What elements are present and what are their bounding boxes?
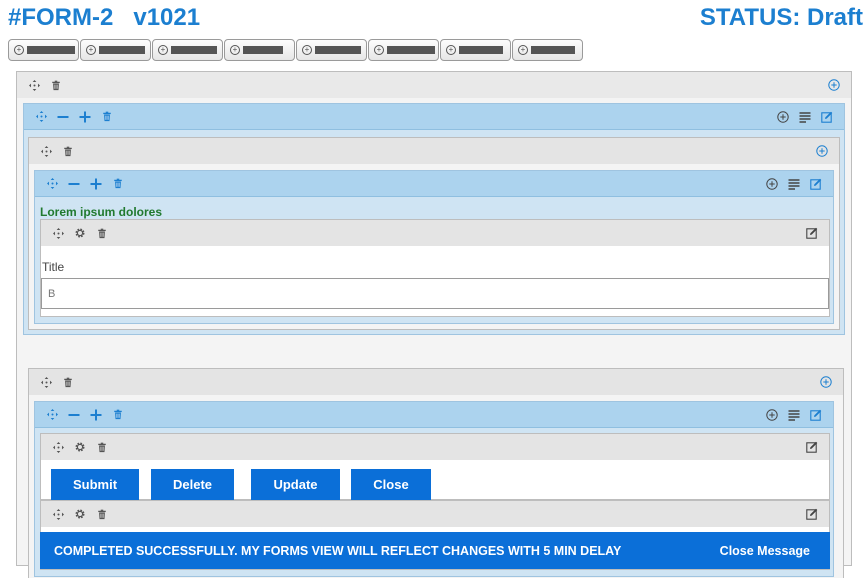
redacted-label: [27, 46, 75, 54]
edit-icon[interactable]: [805, 404, 827, 426]
add-circle-icon: +: [14, 45, 24, 55]
delete-trash-icon[interactable]: [107, 173, 129, 195]
add-circle-icon: +: [374, 45, 384, 55]
section-2: Submit Delete Update Close COMPLETED SUC…: [28, 368, 844, 578]
palette-button-3[interactable]: +: [152, 39, 223, 61]
move-handle-icon[interactable]: [35, 140, 57, 162]
expand-plus-icon[interactable]: [85, 173, 107, 195]
panel-heading: Lorem ipsum dolores: [40, 205, 163, 219]
form-root-container: Lorem ipsum dolores Title B Submit Delet…: [16, 71, 852, 578]
redacted-label: [243, 46, 283, 54]
edit-icon[interactable]: [801, 436, 823, 458]
add-circle-icon[interactable]: [761, 173, 783, 195]
field-buttons: Submit Delete Update Close: [40, 433, 830, 500]
field-title: Title: [40, 219, 830, 317]
move-handle-icon[interactable]: [41, 404, 63, 426]
palette-button-8[interactable]: +: [512, 39, 583, 61]
delete-trash-icon[interactable]: [91, 436, 113, 458]
edit-icon[interactable]: [816, 106, 838, 128]
panel-2: Lorem ipsum dolores Title: [34, 170, 834, 324]
section-1: Lorem ipsum dolores Title: [28, 137, 840, 330]
close-button[interactable]: Close: [351, 469, 431, 500]
palette-button-2[interactable]: +: [80, 39, 151, 61]
delete-trash-icon[interactable]: [91, 503, 113, 525]
palette-button-6[interactable]: +: [368, 39, 439, 61]
panel-1-toolbar: [24, 104, 844, 130]
palette-button-1[interactable]: +: [8, 39, 79, 61]
delete-trash-icon[interactable]: [96, 106, 118, 128]
expand-plus-icon[interactable]: [85, 404, 107, 426]
title-input[interactable]: [41, 278, 829, 309]
move-handle-icon[interactable]: [47, 436, 69, 458]
move-handle-icon[interactable]: [47, 222, 69, 244]
redacted-label: [387, 46, 435, 54]
palette-button-7[interactable]: +: [440, 39, 511, 61]
panel-2-toolbar: [35, 171, 833, 197]
text-lines-icon[interactable]: [783, 173, 805, 195]
section-1-toolbar: [29, 138, 839, 164]
panel-3: Submit Delete Update Close COMPLETED SUC…: [34, 401, 834, 577]
add-circle-icon: +: [158, 45, 168, 55]
field-toolbar: [41, 220, 829, 246]
settings-gear-icon[interactable]: [69, 503, 91, 525]
component-palette: + + + + + + + +: [8, 39, 583, 61]
add-circle-icon[interactable]: [815, 371, 837, 393]
text-lines-icon[interactable]: [794, 106, 816, 128]
delete-trash-icon[interactable]: [57, 140, 79, 162]
add-circle-icon: +: [518, 45, 528, 55]
move-handle-icon[interactable]: [23, 74, 45, 96]
add-circle-icon: +: [302, 45, 312, 55]
collapse-minus-icon[interactable]: [52, 106, 74, 128]
palette-button-5[interactable]: +: [296, 39, 367, 61]
redacted-label: [171, 46, 217, 54]
redacted-label: [315, 46, 361, 54]
settings-gear-icon[interactable]: [69, 436, 91, 458]
add-circle-icon[interactable]: [761, 404, 783, 426]
redacted-label: [459, 46, 503, 54]
field-label-title: Title: [42, 260, 65, 274]
close-message-button[interactable]: Close Message: [720, 544, 810, 558]
palette-button-4[interactable]: +: [224, 39, 295, 61]
add-circle-icon: +: [230, 45, 240, 55]
collapse-minus-icon[interactable]: [63, 173, 85, 195]
field-toolbar: [41, 501, 829, 527]
banner-message: COMPLETED SUCCESSFULLY. MY FORMS VIEW WI…: [54, 543, 622, 558]
action-buttons: Submit Delete Update Close: [51, 469, 431, 500]
field-toolbar: [41, 434, 829, 460]
collapse-minus-icon[interactable]: [63, 404, 85, 426]
panel-1: Lorem ipsum dolores Title B Submit Delet…: [23, 103, 845, 578]
redacted-label: [99, 46, 145, 54]
edit-icon[interactable]: [801, 503, 823, 525]
edit-icon[interactable]: [801, 222, 823, 244]
submit-button[interactable]: Submit: [51, 469, 139, 500]
delete-trash-icon[interactable]: [91, 222, 113, 244]
update-button[interactable]: Update: [251, 469, 340, 500]
redacted-label: [531, 46, 575, 54]
move-handle-icon[interactable]: [35, 371, 57, 393]
add-circle-icon[interactable]: [811, 140, 833, 162]
edit-icon[interactable]: [805, 173, 827, 195]
root-toolbar: [17, 72, 851, 98]
status-label: STATUS: Draft: [699, 4, 863, 31]
add-circle-icon[interactable]: [823, 74, 845, 96]
add-circle-icon: +: [446, 45, 456, 55]
text-lines-icon[interactable]: [783, 404, 805, 426]
settings-gear-icon[interactable]: [69, 222, 91, 244]
delete-trash-icon[interactable]: [45, 74, 67, 96]
section-2-toolbar: [29, 369, 843, 395]
move-handle-icon[interactable]: [41, 173, 63, 195]
delete-trash-icon[interactable]: [107, 404, 129, 426]
panel-3-toolbar: [35, 402, 833, 428]
form-title: #FORM-2 v1021: [8, 4, 201, 31]
delete-trash-icon[interactable]: [57, 371, 79, 393]
form-header: #FORM-2 v1021 STATUS: Draft: [8, 2, 863, 36]
add-circle-icon[interactable]: [772, 106, 794, 128]
expand-plus-icon[interactable]: [74, 106, 96, 128]
move-handle-icon[interactable]: [30, 106, 52, 128]
move-handle-icon[interactable]: [47, 503, 69, 525]
success-banner: COMPLETED SUCCESSFULLY. MY FORMS VIEW WI…: [40, 532, 830, 569]
delete-button[interactable]: Delete: [151, 469, 234, 500]
add-circle-icon: +: [86, 45, 96, 55]
field-message: COMPLETED SUCCESSFULLY. MY FORMS VIEW WI…: [40, 500, 830, 570]
